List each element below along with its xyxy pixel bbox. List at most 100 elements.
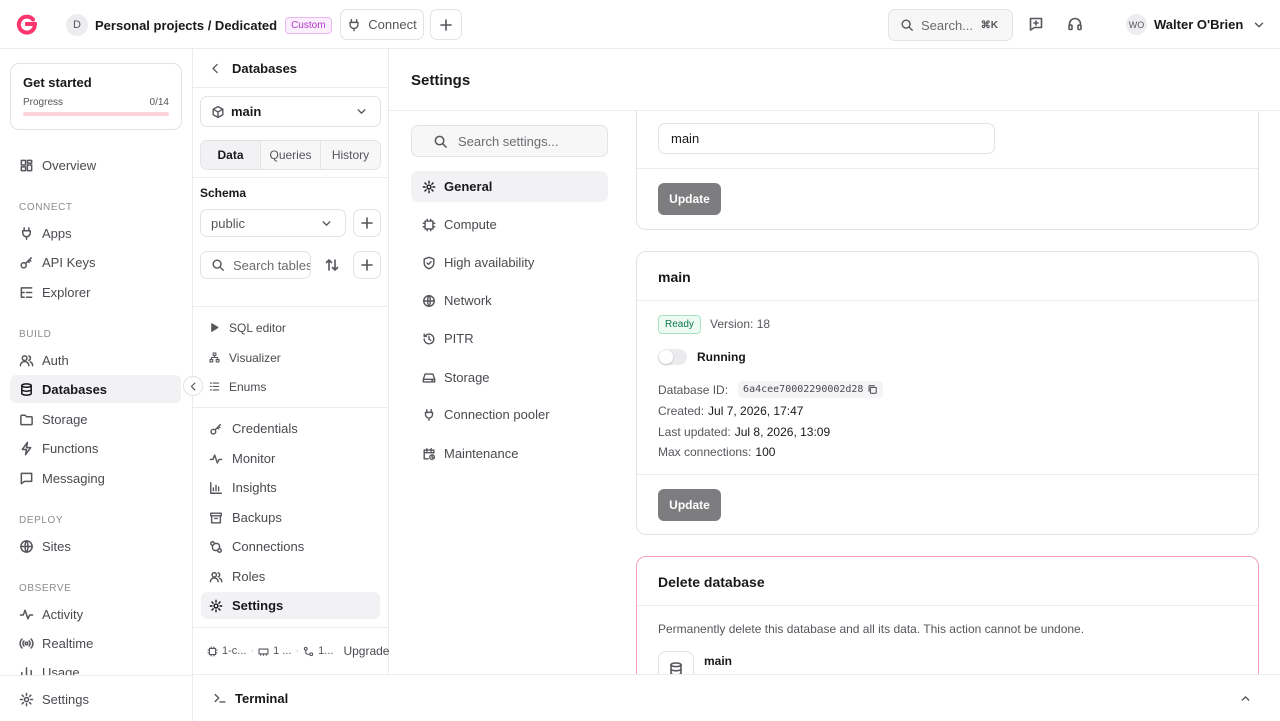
nav-usage[interactable]: Usage xyxy=(10,659,181,675)
nav-apps[interactable]: Apps xyxy=(10,219,181,247)
project-plan-badge: Custom xyxy=(285,16,332,34)
nav-api-keys-label: API Keys xyxy=(42,254,96,270)
plus-icon xyxy=(359,215,375,231)
db-item-monitor[interactable]: Monitor xyxy=(201,445,380,472)
add-schema-button[interactable] xyxy=(353,209,381,237)
settings-search-placeholder: Search settings... xyxy=(458,133,559,149)
activity-icon xyxy=(19,607,42,622)
settings-menu-storage[interactable]: Storage xyxy=(411,362,608,393)
gear-icon xyxy=(19,692,42,707)
nav-storage[interactable]: Storage xyxy=(10,405,181,433)
db-item-enums[interactable]: Enums xyxy=(201,373,380,400)
database-id-row: Database ID: 6a4cee70002290002d28 xyxy=(658,381,884,398)
settings-menu-maintenance[interactable]: Maintenance xyxy=(411,438,608,469)
nav-sites[interactable]: Sites xyxy=(10,532,181,560)
nav-auth[interactable]: Auth xyxy=(10,346,181,374)
nav-databases[interactable]: Databases xyxy=(10,375,181,403)
connect-button[interactable]: Connect xyxy=(340,9,424,40)
get-started-card[interactable]: Get started Progress 0/14 xyxy=(10,63,182,130)
nav-explorer[interactable]: Explorer xyxy=(10,278,181,306)
database-id-value: 6a4cee70002290002d28 xyxy=(743,384,864,395)
updated-value: Jul 8, 2026, 13:09 xyxy=(734,425,831,439)
divider xyxy=(637,168,1258,169)
table-search-placeholder: Search tables xyxy=(233,257,311,273)
database-panel-header: Databases xyxy=(193,49,388,88)
settings-menu-pitr[interactable]: PITR xyxy=(411,323,608,354)
settings-search-input[interactable]: Search settings... xyxy=(411,125,608,157)
tab-data[interactable]: Data xyxy=(201,141,260,169)
db-item-connections[interactable]: Connections xyxy=(201,533,380,560)
nav-api-keys[interactable]: API Keys xyxy=(10,248,181,276)
running-toggle[interactable] xyxy=(658,349,687,365)
db-item-backups[interactable]: Backups xyxy=(201,504,380,531)
db-item-credentials-label: Credentials xyxy=(232,421,298,436)
nav-section-observe: OBSERVE xyxy=(19,583,72,594)
support-headset-icon[interactable] xyxy=(1067,16,1083,32)
schema-select[interactable]: public xyxy=(200,209,346,237)
feedback-icon[interactable] xyxy=(1028,16,1044,32)
grid-icon xyxy=(19,158,42,173)
settings-menu-network[interactable]: Network xyxy=(411,285,608,316)
db-item-settings-label: Settings xyxy=(232,598,284,613)
project-switcher[interactable]: D Personal projects / Dedicated Custom xyxy=(66,13,356,37)
nav-activity[interactable]: Activity xyxy=(10,600,181,628)
database-name-input[interactable]: main xyxy=(658,123,995,154)
settings-menu-connection-pooler[interactable]: Connection pooler xyxy=(411,399,608,430)
add-button[interactable] xyxy=(430,9,462,40)
nav-functions[interactable]: Functions xyxy=(10,434,181,462)
db-item-insights[interactable]: Insights xyxy=(201,474,380,501)
tab-history[interactable]: History xyxy=(320,141,380,169)
database-select[interactable]: main xyxy=(200,96,381,127)
nav-messaging[interactable]: Messaging xyxy=(10,464,181,492)
db-item-credentials[interactable]: Credentials xyxy=(201,415,380,442)
collapse-sidebar-button[interactable] xyxy=(183,376,203,396)
sidebar-footer: Settings xyxy=(0,675,192,721)
settings-menu-network-label: Network xyxy=(444,293,492,308)
chevron-down-icon xyxy=(320,217,333,230)
search-shortcut: ⌘K xyxy=(980,19,998,31)
separator-dot: · xyxy=(295,645,300,657)
toggle-knob xyxy=(659,350,673,364)
db-item-backups-label: Backups xyxy=(232,510,282,525)
nav-section-connect: CONNECT xyxy=(19,202,73,213)
settings-menu-maintenance-label: Maintenance xyxy=(444,446,519,461)
page-title: Settings xyxy=(411,72,471,89)
nav-realtime[interactable]: Realtime xyxy=(10,629,181,657)
appwrite-logo-icon[interactable] xyxy=(16,13,38,35)
database-cube-icon xyxy=(211,105,225,119)
lightning-icon xyxy=(19,441,42,456)
chevron-up-icon[interactable] xyxy=(1239,692,1252,705)
sort-button[interactable] xyxy=(318,251,346,279)
settings-menu-compute[interactable]: Compute xyxy=(411,209,608,240)
settings-menu-general[interactable]: General xyxy=(411,171,608,202)
database-info-card: main Ready Version: 18 Running Database … xyxy=(636,251,1259,535)
db-item-sql-editor[interactable]: SQL editor xyxy=(201,314,380,341)
add-table-button[interactable] xyxy=(353,251,381,279)
db-item-settings[interactable]: Settings xyxy=(201,592,380,619)
global-search[interactable]: Search... ⌘K xyxy=(888,9,1013,41)
cpu-icon xyxy=(422,218,444,232)
nav-usage-label: Usage xyxy=(42,665,80,675)
update-name-button[interactable]: Update xyxy=(658,183,721,215)
nav-messaging-label: Messaging xyxy=(42,470,105,486)
copy-icon[interactable] xyxy=(867,384,878,395)
settings-menu-compute-label: Compute xyxy=(444,217,497,232)
user-menu[interactable]: WO Walter O'Brien xyxy=(1126,14,1266,35)
database-name-card: main Update xyxy=(636,111,1259,230)
globe-icon xyxy=(19,539,42,554)
database-resource-footer: 1-c... · 1 ... · 1... Upgrade xyxy=(193,627,389,674)
db-item-visualizer[interactable]: Visualizer xyxy=(201,344,380,371)
nav-overview[interactable]: Overview xyxy=(10,151,181,179)
update-info-button[interactable]: Update xyxy=(658,489,721,521)
nav-settings[interactable]: Settings xyxy=(10,685,181,713)
upgrade-link[interactable]: Upgrade xyxy=(343,644,389,658)
db-item-roles[interactable]: Roles xyxy=(201,563,380,590)
tab-queries[interactable]: Queries xyxy=(260,141,320,169)
table-search-input[interactable]: Search tables xyxy=(200,251,311,279)
settings-menu-high-availability[interactable]: High availability xyxy=(411,247,608,278)
chevron-down-icon xyxy=(1252,18,1266,32)
database-version: Version: 18 xyxy=(710,317,771,331)
back-chevron-icon[interactable] xyxy=(209,62,222,75)
terminal-bar[interactable]: Terminal xyxy=(193,674,1280,721)
database-id-chip[interactable]: 6a4cee70002290002d28 xyxy=(738,381,884,398)
